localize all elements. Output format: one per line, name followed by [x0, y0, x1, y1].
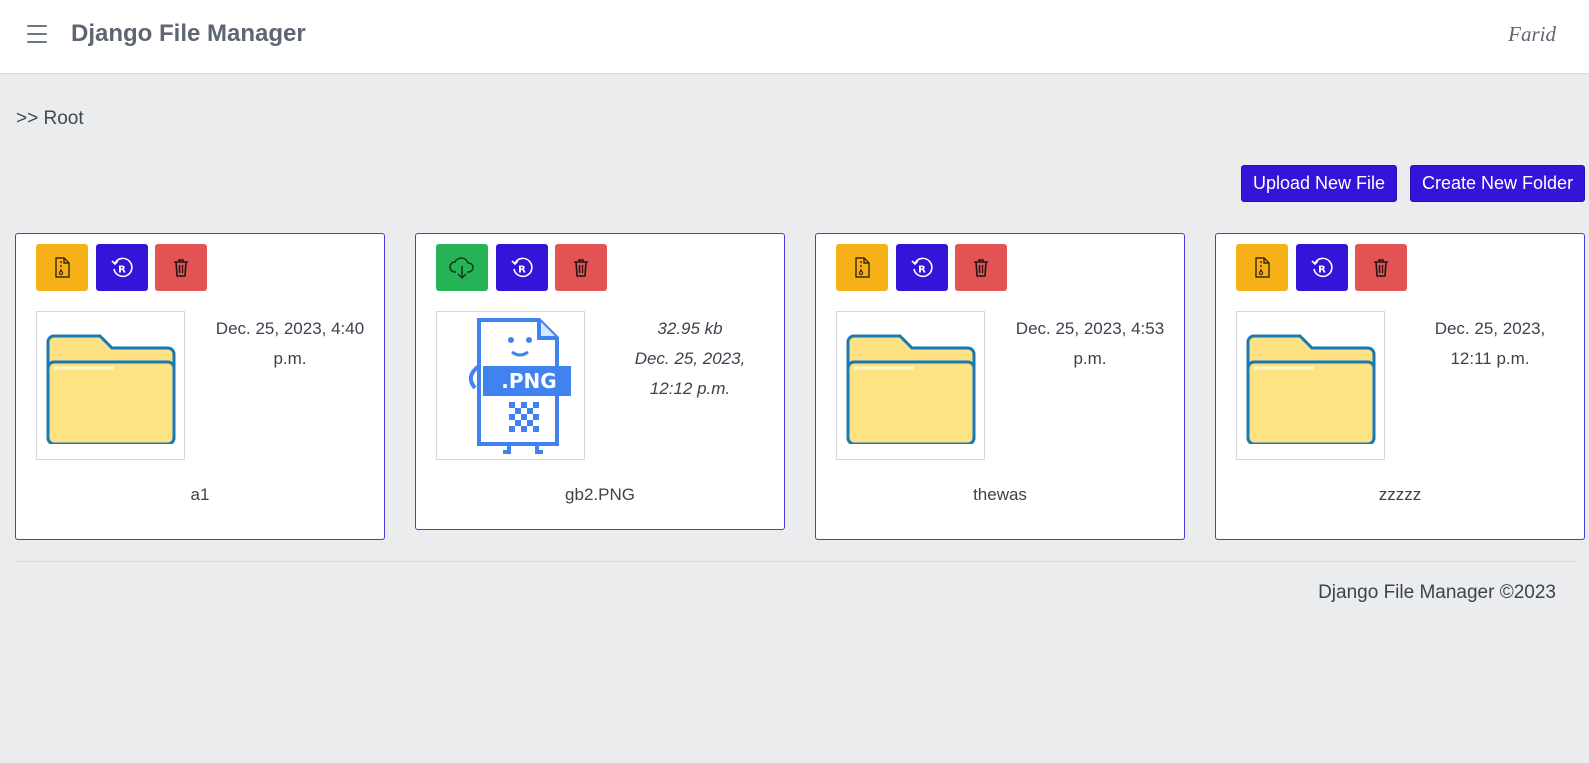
file-card-gb2: R .PNG 32.95 kb Dec. 25, 2023, 12:12 p.m… [415, 233, 785, 530]
rename-icon: R [511, 257, 533, 277]
upload-file-button[interactable]: Upload New File [1241, 165, 1398, 202]
item-name[interactable]: thewas [816, 485, 1184, 505]
create-folder-button[interactable]: Create New Folder [1410, 165, 1586, 202]
rename-button[interactable]: R [896, 244, 948, 291]
item-time: 12:11 p.m. [1450, 349, 1530, 368]
footer-text: Django File Manager ©2023 [1318, 582, 1556, 603]
navbar: Django File Manager Farid [0, 0, 1589, 74]
png-file-icon: .PNG [468, 317, 571, 454]
trash-icon [974, 258, 988, 277]
breadcrumb: >> Root [16, 108, 84, 129]
app-brand[interactable]: Django File Manager [71, 20, 306, 48]
zip-button[interactable] [1236, 244, 1288, 291]
trash-icon [574, 258, 588, 277]
zip-button[interactable] [836, 244, 888, 291]
item-meta: Dec. 25, 2023, 4:53 p.m. [1001, 314, 1179, 374]
item-name[interactable]: zzzzz [1216, 485, 1584, 505]
item-size: 32.95 kb [657, 319, 723, 338]
zip-file-icon [55, 256, 70, 278]
rename-button[interactable]: R [96, 244, 148, 291]
cloud-download-icon [449, 256, 474, 279]
delete-button[interactable] [555, 244, 607, 291]
item-meta: Dec. 25, 2023, 4:40 p.m. [201, 314, 379, 374]
zip-file-icon [855, 256, 870, 278]
png-label: .PNG [501, 369, 556, 393]
trash-icon [1374, 258, 1388, 277]
rename-icon: R [111, 257, 133, 277]
item-meta: Dec. 25, 2023, 12:11 p.m. [1401, 314, 1579, 374]
item-name[interactable]: gb2.PNG [416, 485, 784, 505]
item-name[interactable]: a1 [16, 485, 384, 505]
trash-icon [174, 258, 188, 277]
delete-button[interactable] [1355, 244, 1407, 291]
item-meta: 32.95 kb Dec. 25, 2023, 12:12 p.m. [601, 314, 779, 404]
svg-text:R: R [1318, 264, 1326, 275]
folder-thumbnail[interactable] [836, 311, 985, 460]
svg-text:R: R [918, 264, 926, 275]
download-button[interactable] [436, 244, 488, 291]
delete-button[interactable] [955, 244, 1007, 291]
folder-card-thewas: R Dec. 25, 2023, 4:53 p.m. thewas [815, 233, 1185, 540]
item-date: Dec. 25, 2023, [1434, 319, 1546, 338]
rename-icon: R [911, 257, 933, 277]
item-time: p.m. [1073, 349, 1107, 368]
folder-icon [1246, 334, 1375, 444]
svg-text:R: R [518, 264, 526, 275]
footer-divider [15, 561, 1575, 562]
item-date: Dec. 25, 2023, [634, 349, 746, 368]
item-date: Dec. 25, 2023, 4:40 [215, 319, 365, 338]
folder-icon [46, 334, 175, 444]
item-date: Dec. 25, 2023, 4:53 [1015, 319, 1165, 338]
zip-button[interactable] [36, 244, 88, 291]
svg-text:R: R [118, 264, 126, 275]
zip-file-icon [1255, 256, 1270, 278]
folder-thumbnail[interactable] [1236, 311, 1385, 460]
folder-icon [846, 334, 975, 444]
folder-card-zzzzz: R Dec. 25, 2023, 12:11 p.m. zzzzz [1215, 233, 1585, 540]
folder-card-a1: R Dec. 25, 2023, 4:40 p.m. a1 [15, 233, 385, 540]
rename-button[interactable]: R [1296, 244, 1348, 291]
rename-icon: R [1311, 257, 1333, 277]
file-thumbnail[interactable]: .PNG [436, 311, 585, 460]
item-time: p.m. [273, 349, 307, 368]
delete-button[interactable] [155, 244, 207, 291]
folder-thumbnail[interactable] [36, 311, 185, 460]
hamburger-menu-icon[interactable] [27, 25, 47, 43]
item-time: 12:12 p.m. [649, 379, 731, 398]
user-name[interactable]: Farid [1508, 22, 1556, 47]
rename-button[interactable]: R [496, 244, 548, 291]
